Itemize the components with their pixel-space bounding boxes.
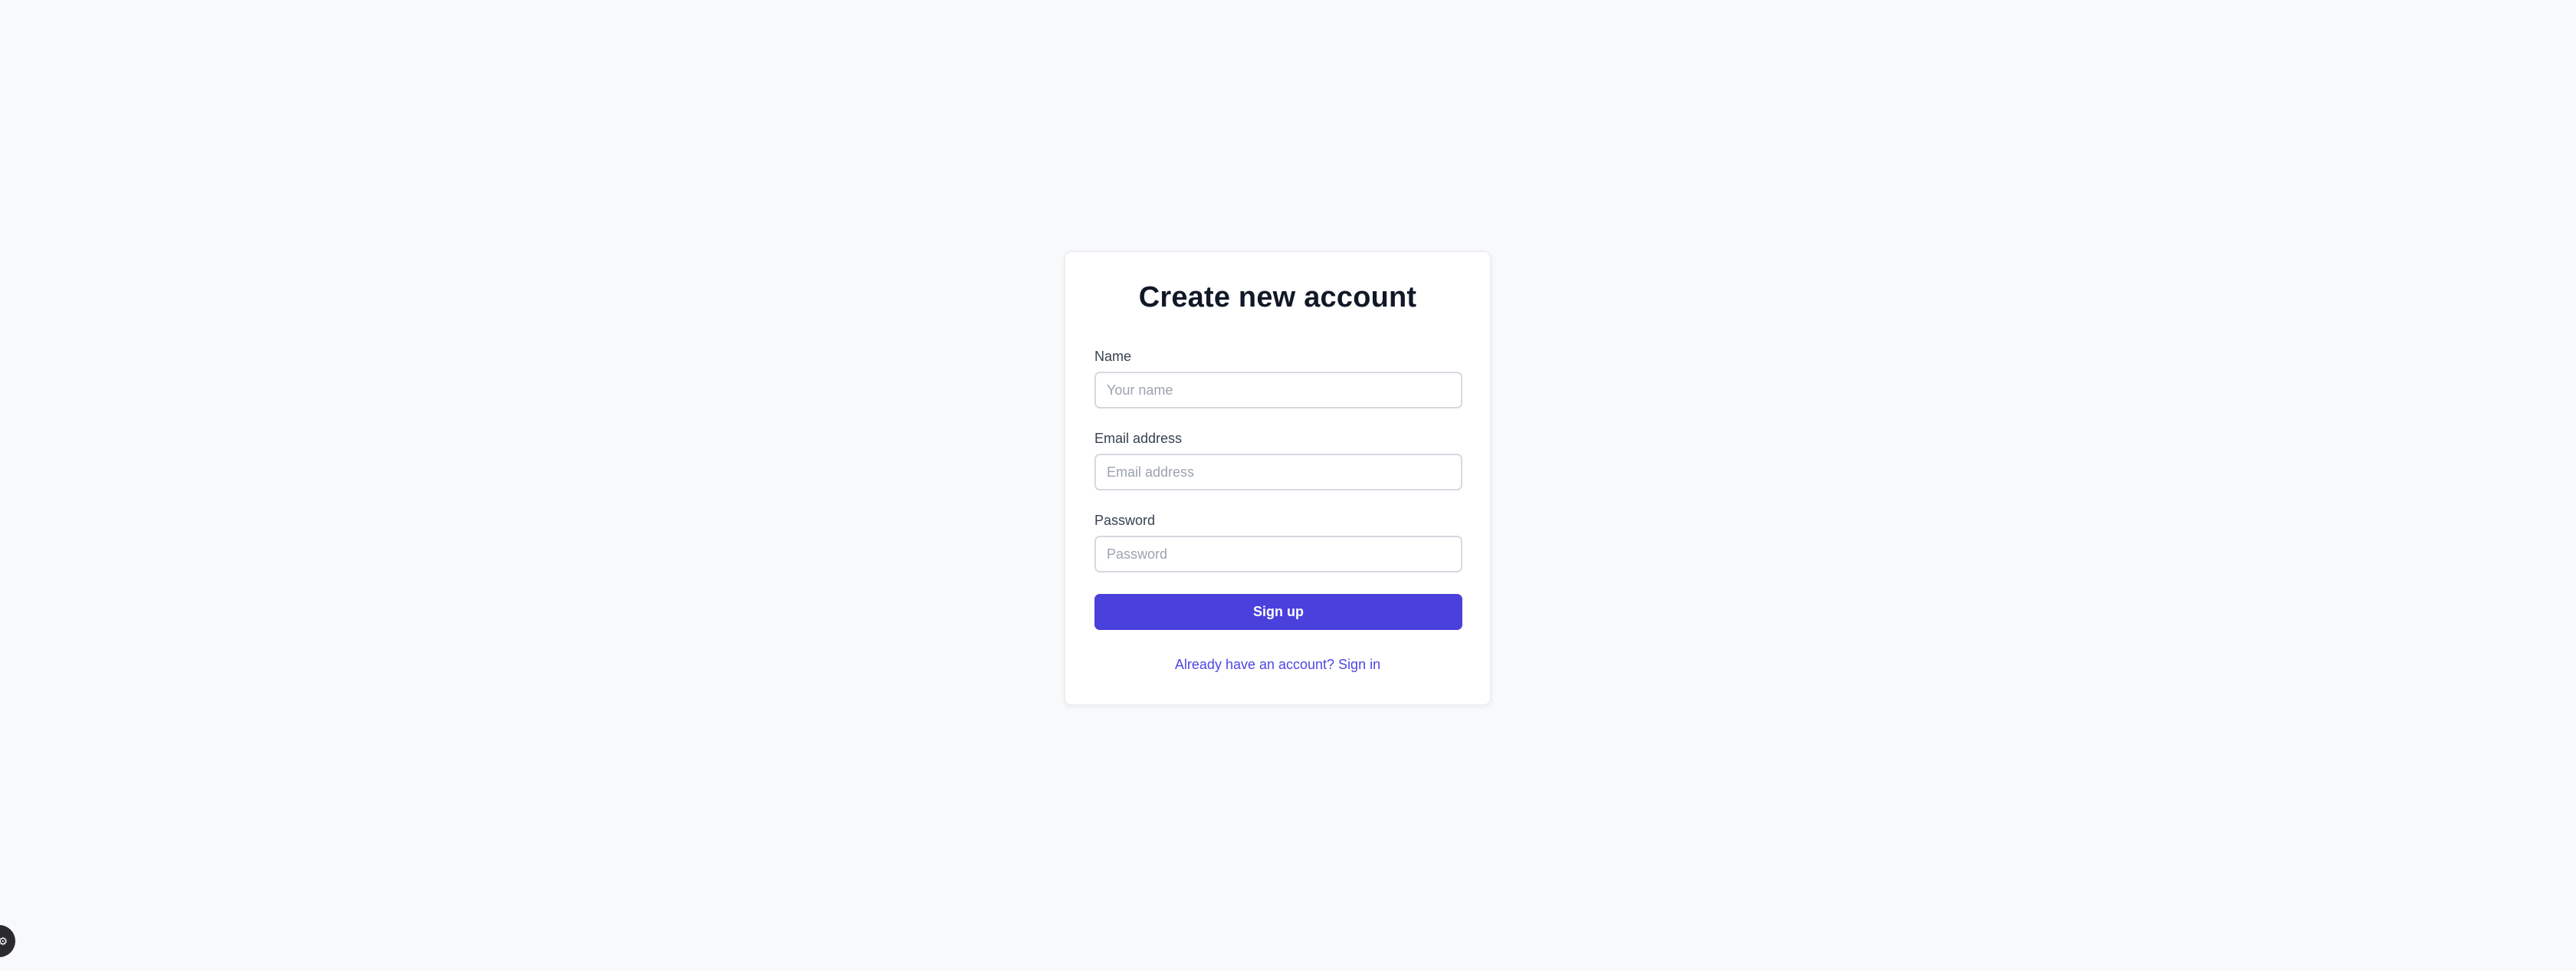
email-label: Email address [1094,431,1183,446]
signup-card: Create new account Name Email address Pa… [1064,251,1491,706]
page: Create new account Name Email address Pa… [0,0,2576,971]
sign-in-link[interactable]: Already have an account? Sign in [1065,656,1490,673]
email-input[interactable] [1094,454,1462,490]
name-input[interactable] [1094,372,1462,408]
password-label: Password [1094,513,1156,528]
sign-up-button[interactable]: Sign up [1094,594,1462,630]
settings-gear-icon[interactable]: ⚙ [0,925,15,957]
password-input[interactable] [1094,536,1462,572]
page-title: Create new account [1138,281,1417,313]
name-label: Name [1094,349,1132,364]
